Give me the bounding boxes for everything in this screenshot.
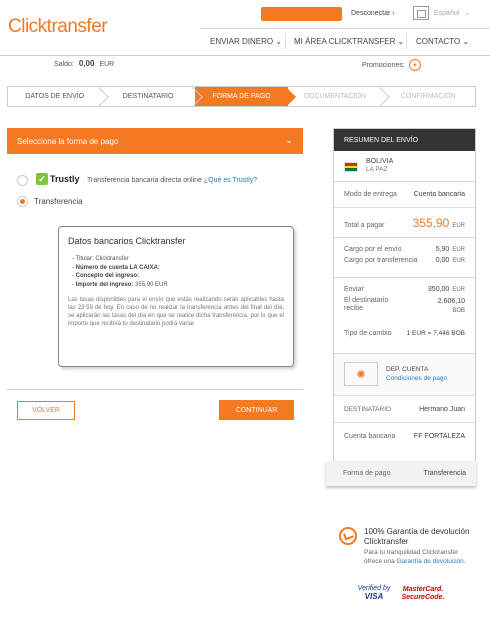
account-section: Cuenta bancaria FF FORTALEZA (344, 433, 465, 440)
what-is-trustly-link[interactable]: ¿Qué es Trustly? (204, 177, 257, 184)
destination-city: LA PAZ (366, 166, 388, 173)
bank-details-title: Datos bancarios Clicktransfer (68, 236, 186, 246)
exchange-rate: 1 EUR = 7,446 BOB (406, 330, 465, 337)
recipient-section: DESTINATARIO Hermano Juan (334, 396, 475, 423)
step-confirmation: CONFIRMACIÓN (400, 93, 456, 100)
fees-section: Cargo por el envío 5,90 EUR Cargo por tran… (334, 238, 475, 278)
chevron-down-icon: ⌄ (462, 37, 470, 46)
transfer-radio[interactable] (17, 196, 28, 207)
nav-divider (406, 33, 407, 49)
destination-country: BOLIVIA (366, 158, 394, 165)
guarantee-link[interactable]: Garantía de devolución. (397, 558, 466, 565)
payment-conditions-link[interactable]: Condiciones de pago (386, 375, 447, 382)
promotions[interactable]: Promociones: ✦ (362, 59, 421, 71)
bolivia-flag-icon (344, 162, 358, 172)
summary-title: RESUMEN DEL ENVÍO (334, 129, 475, 151)
back-button[interactable]: VOLVER (17, 401, 75, 420)
recipient-bank-account: FF FORTALEZA (413, 433, 465, 440)
nav-send-money[interactable]: ENVIAR DINERO ⌄ (210, 37, 282, 46)
user-name-badge[interactable] (261, 7, 342, 21)
guarantee-text: Para tu tranquilidad Clicktransfer ofrec… (364, 549, 466, 565)
header-divider (200, 28, 490, 29)
step-shipping-data[interactable]: DATOS DE ENVÍO (8, 87, 101, 106)
chevron-down-icon: ⌄ (285, 135, 293, 145)
balance: Saldo: 0,00 EUR (54, 59, 115, 68)
chevron-right-icon: › (392, 10, 395, 17)
bank-name: DEP. CUENTA (386, 366, 429, 373)
chevron-down-icon: ⌄ (464, 10, 471, 17)
step-documentation: DOCUMENTACIÓN (288, 87, 381, 106)
delivery-method: Cuenta bancaria (413, 191, 465, 198)
nav-my-area[interactable]: MI ÁREA CLICKTRANSFER ⌄ (294, 37, 404, 46)
verified-by-visa-logo: Verified by VISA (357, 585, 391, 601)
divider (7, 389, 303, 390)
mastercard-securecode-logo: MasterCard. SecureCode. (401, 586, 445, 601)
bank-holder: - Titular: Clicktransfer (72, 256, 129, 262)
bank-concept: - Concepto del ingreso: (72, 273, 140, 279)
language-icon (413, 6, 429, 20)
continue-button[interactable]: CONTINUAR (219, 400, 294, 420)
header-bottom-border (0, 55, 490, 56)
bank-details-list: - Titular: Clicktransfer - Número de cue… (68, 255, 284, 289)
guarantee-title: 100% Garantía de devolución Clicktransfe… (364, 527, 470, 546)
amounts-section: Enviar 350,00 EUR El destinatario recibe 2.… (334, 278, 475, 354)
step-payment-method: FORMA DE PAGO (194, 87, 289, 106)
bank-details-card: Datos bancarios Clicktransfer - Titular:… (58, 226, 294, 367)
bank-account-number: - Número de cuenta LA CAIXA: (72, 264, 160, 271)
disconnect-link[interactable]: Desconectar › (351, 10, 395, 17)
chevron-down-icon: ⌄ (397, 37, 405, 46)
payment-method-summary: Forma de pago Transferencia (326, 461, 476, 486)
step-recipient[interactable]: DESTINATARIO (101, 87, 194, 106)
bank-amount: - Importe del ingreso: 355,90 EUR (72, 281, 168, 288)
bank-logo-icon: ✺ (344, 362, 378, 386)
guarantee-icon (339, 527, 357, 545)
trustly-icon: ✓ (36, 173, 48, 185)
order-summary: RESUMEN DEL ENVÍO BOLIVIA LA PAZ Modo de… (333, 128, 476, 485)
trustly-logo: ✓ Trustly (36, 173, 80, 185)
delivery-section: Modo de entrega Cuenta bancaria (334, 182, 475, 208)
recipient-name: Hermano Juan (419, 406, 465, 413)
bank-note: Las tasas disponibles para el envío que … (68, 297, 284, 327)
progress-steps: DATOS DE ENVÍO DESTINATARIO FORMA DE PAG… (7, 86, 476, 107)
chevron-down-icon: ⌄ (275, 37, 283, 46)
payment-method-dropdown[interactable]: Selecciona la forma de pago ⌄ (7, 128, 303, 154)
trustly-description: Transferencia bancaria directa online ¿Q… (87, 177, 258, 184)
total-amount: 355,90 (412, 216, 450, 230)
nav-divider (285, 33, 286, 49)
destination-section: BOLIVIA LA PAZ (334, 151, 475, 182)
promotions-icon: ✦ (408, 59, 421, 71)
transfer-label[interactable]: Transferencia (34, 197, 83, 206)
total-section: Total a pagar 355,90 EUR (334, 208, 475, 238)
logo[interactable]: Clicktransfer (8, 16, 108, 38)
trustly-radio[interactable] (17, 175, 28, 186)
nav-contact[interactable]: CONTACTO ⌄ (416, 37, 469, 46)
language-selector[interactable]: Español ⌄ (413, 6, 470, 20)
bank-section: ✺ DEP. CUENTA Condiciones de pago (334, 354, 475, 396)
